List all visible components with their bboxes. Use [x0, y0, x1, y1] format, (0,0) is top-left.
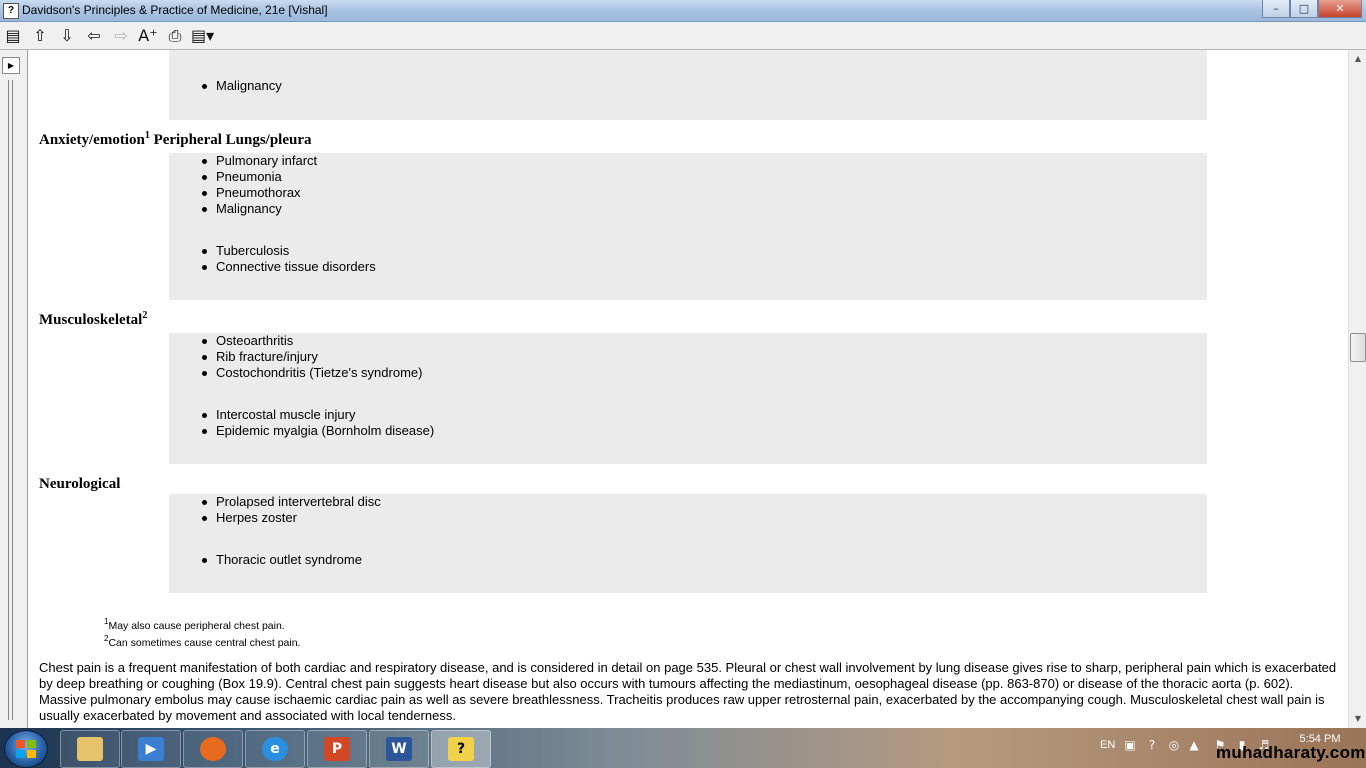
taskbar-help-button[interactable]: ?	[431, 730, 491, 768]
window-controls: – □ ✕	[1262, 0, 1362, 19]
scroll-thumb[interactable]	[1350, 333, 1366, 362]
window-title: Davidson's Principles & Practice of Medi…	[22, 3, 328, 17]
maximize-button[interactable]: □	[1290, 0, 1318, 18]
media-player-icon: ▶	[138, 737, 164, 761]
list: Thoracic outlet syndrome	[169, 552, 362, 568]
list-item: Pneumothorax	[169, 185, 317, 201]
toolbar: ▤ ⇧ ⇩ ⇦ ⇨ A⁺ ⎙ ▤▾	[0, 22, 1366, 50]
body-paragraph: Chest pain is a frequent manifestation o…	[39, 660, 1337, 723]
arrow-down-icon[interactable]: ⇩	[56, 25, 78, 46]
row-heading-anxiety: Anxiety/emotion1 Peripheral Lungs/pleura	[39, 130, 312, 149]
navigation-pane-strip: ▶	[0, 50, 28, 728]
powerpoint-icon: P	[324, 737, 350, 761]
list-item: Thoracic outlet syndrome	[169, 552, 362, 568]
list-item: Prolapsed intervertebral disc	[169, 494, 381, 510]
scroll-up-icon[interactable]: ▲	[1349, 50, 1366, 67]
heading-text: Neurological	[39, 476, 121, 492]
table-row-continued: Malignancy	[169, 50, 1207, 120]
list-item: Osteoarthritis	[169, 333, 422, 349]
list: Osteoarthritis Rib fracture/injury Costo…	[169, 333, 422, 381]
word-icon: W	[386, 737, 412, 761]
list: Tuberculosis Connective tissue disorders	[169, 243, 376, 275]
minimize-button[interactable]: –	[1262, 0, 1290, 18]
list: Pulmonary infarct Pneumonia Pneumothorax…	[169, 153, 317, 217]
footnote-2: 2Can sometimes cause central chest pain.	[104, 634, 301, 649]
language-indicator[interactable]: EN	[1100, 739, 1115, 751]
heading-text: Musculoskeletal	[39, 312, 143, 328]
back-icon[interactable]: ⇦	[83, 25, 105, 46]
row-heading-neurological: Neurological	[39, 476, 120, 493]
title-bar: ? Davidson's Principles & Practice of Me…	[0, 0, 1366, 22]
list-item: Rib fracture/injury	[169, 349, 422, 365]
taskbar-powerpoint-button[interactable]: P	[307, 730, 367, 768]
watermark: muhadharaty.com	[1216, 743, 1366, 762]
table-row-lungs: Pulmonary infarct Pneumonia Pneumothorax…	[169, 153, 1207, 300]
help-tray-icon[interactable]: ?	[1144, 737, 1160, 753]
table-row-musculoskeletal: Osteoarthritis Rib fracture/injury Costo…	[169, 333, 1207, 464]
network-tray-icon[interactable]: ◎	[1166, 737, 1182, 753]
forward-icon[interactable]: ⇨	[110, 25, 132, 46]
footnote-1: 1May also cause peripheral chest pain.	[104, 617, 285, 632]
arrow-up-icon[interactable]: ⇧	[29, 25, 51, 46]
list-item: Pneumonia	[169, 169, 317, 185]
row-heading-musculoskeletal: Musculoskeletal2	[39, 310, 148, 329]
heading-text: Anxiety/emotion	[39, 132, 145, 148]
topic-content: Malignancy Anxiety/emotion1 Peripheral L…	[28, 50, 1348, 728]
scroll-down-icon[interactable]: ▼	[1349, 710, 1366, 727]
list-item: Intercostal muscle injury	[169, 407, 434, 423]
table-row-neurological: Prolapsed intervertebral disc Herpes zos…	[169, 494, 1207, 593]
footnote-mark: 2	[142, 310, 148, 321]
show-hidden-icons-icon[interactable]: ▲	[1186, 737, 1202, 753]
firefox-icon	[200, 737, 226, 761]
hide-pane-icon[interactable]: ▤	[2, 25, 24, 46]
help-icon: ?	[448, 737, 474, 761]
list: Intercostal muscle injury Epidemic myalg…	[169, 407, 434, 439]
taskbar: ▶ e P W ? EN ▣ ? ◎ ▲ ⚑ ▮ ♬ 5:54 PM	[0, 728, 1366, 768]
pdf-tray-icon[interactable]: ▣	[1122, 737, 1138, 753]
pane-splitter[interactable]	[8, 80, 13, 720]
windows-logo-icon	[16, 740, 36, 758]
help-app-icon: ?	[3, 3, 19, 19]
list-item: Epidemic myalgia (Bornholm disease)	[169, 423, 434, 439]
list-item: Tuberculosis	[169, 243, 376, 259]
footnote-mark: 2	[104, 634, 109, 643]
list-item: Herpes zoster	[169, 510, 381, 526]
expand-pane-icon[interactable]: ▶	[2, 57, 20, 74]
list-item: Pulmonary infarct	[169, 153, 317, 169]
internet-explorer-icon: e	[262, 737, 288, 761]
list: Malignancy	[169, 78, 282, 94]
footnote-mark: 1	[144, 130, 150, 141]
start-button[interactable]	[4, 730, 48, 768]
list-item: Connective tissue disorders	[169, 259, 376, 275]
heading-text-suffix: Peripheral Lungs/pleura	[149, 132, 312, 148]
folder-icon	[77, 737, 103, 761]
list-item: Malignancy	[169, 201, 317, 217]
taskbar-ie-button[interactable]: e	[245, 730, 305, 768]
list: Prolapsed intervertebral disc Herpes zos…	[169, 494, 381, 526]
close-button[interactable]: ✕	[1318, 0, 1362, 18]
print-icon[interactable]: ⎙	[164, 25, 186, 46]
footnote-text: Can sometimes cause central chest pain.	[108, 637, 301, 649]
vertical-scrollbar[interactable]: ▲ ▼	[1348, 50, 1366, 728]
list-item: Costochondritis (Tietze's syndrome)	[169, 365, 422, 381]
list-item: Malignancy	[169, 78, 282, 94]
options-icon[interactable]: ▤▾	[191, 25, 214, 46]
footnote-mark: 1	[104, 617, 109, 626]
taskbar-explorer-button[interactable]	[60, 730, 120, 768]
footnote-text: May also cause peripheral chest pain.	[108, 620, 285, 632]
taskbar-word-button[interactable]: W	[369, 730, 429, 768]
taskbar-firefox-button[interactable]	[183, 730, 243, 768]
font-size-icon[interactable]: A⁺	[137, 25, 159, 46]
taskbar-media-player-button[interactable]: ▶	[121, 730, 181, 768]
